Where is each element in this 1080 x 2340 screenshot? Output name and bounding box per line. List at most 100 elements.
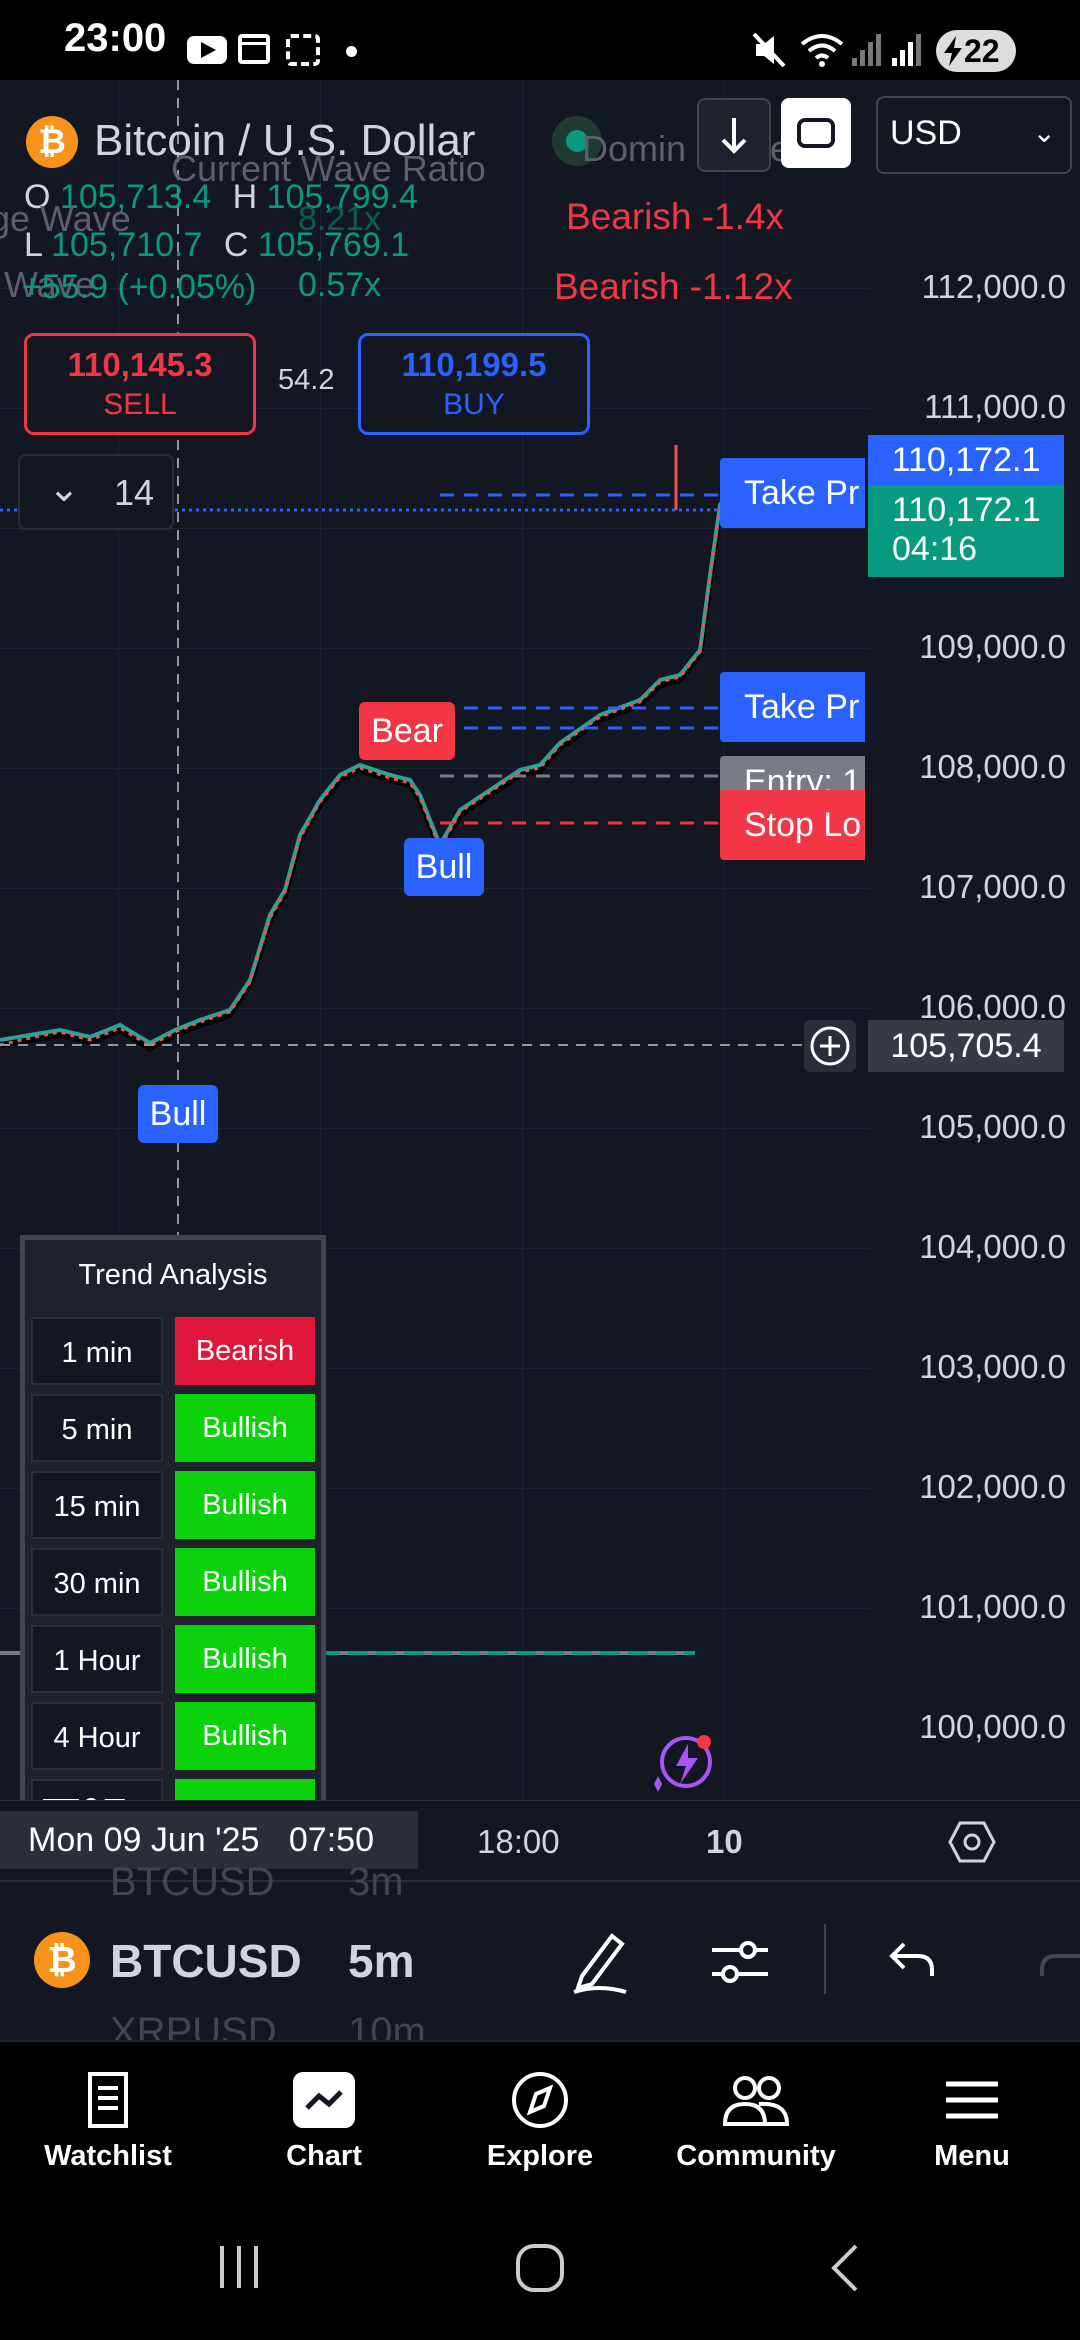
ohlc-change: +55.9 (+0.05%) — [22, 268, 257, 306]
ohlc-l-value: 105,710.7 — [51, 226, 203, 264]
redo-icon[interactable] — [1040, 1936, 1080, 1986]
trend-analysis-table: Trend Analysis 1 min Bearish 5 min Bulli… — [20, 1235, 326, 1865]
quick-action-icon[interactable] — [648, 1728, 718, 1798]
trend-timeframe: 30 min — [31, 1548, 163, 1616]
price-tick: 111,000.0 — [924, 388, 1066, 425]
bar-countdown: 04:16 — [892, 530, 978, 568]
layout-toggle-button[interactable] — [781, 98, 851, 168]
ghost-symbol-above: BTCUSD — [110, 1860, 275, 1904]
spread-value: 54.2 — [278, 364, 335, 396]
trend-value: Bullish — [175, 1702, 315, 1770]
trend-timeframe: 1 min — [31, 1317, 163, 1385]
home-icon[interactable] — [512, 2240, 568, 2296]
symbol-picker[interactable]: BTCUSD — [110, 1934, 302, 1988]
nav-label: Explore — [486, 2140, 594, 2172]
price-tick: 108,000.0 — [919, 748, 1066, 785]
add-alert-button[interactable] — [804, 1020, 856, 1072]
bull-signal-1: Bull — [138, 1085, 218, 1143]
document-list-icon — [88, 2072, 128, 2128]
sell-button[interactable]: 110,145.3 SELL — [24, 333, 256, 435]
nav-community[interactable]: Community — [666, 2070, 846, 2173]
community-users-icon — [722, 2076, 790, 2126]
bitcoin-logo-icon: ₿ — [26, 116, 78, 168]
trend-value: Bullish — [175, 1625, 315, 1693]
nav-label: Chart — [286, 2140, 362, 2172]
undo-icon[interactable] — [886, 1936, 938, 1986]
trend-timeframe: 15 min — [31, 1471, 163, 1539]
trend-row: 1 Hour Bullish — [25, 1625, 321, 1697]
indicators-sliders-icon[interactable] — [708, 1932, 772, 1992]
ohlc-c-label: C — [223, 226, 249, 264]
back-icon[interactable] — [820, 2240, 870, 2296]
trend-table-title: Trend Analysis — [78, 1259, 268, 1291]
buy-button[interactable]: 110,199.5 BUY — [358, 333, 590, 435]
nav-menu[interactable]: Menu — [882, 2070, 1062, 2173]
toolbar-divider — [824, 1924, 826, 1994]
nav-chart[interactable]: Chart — [234, 2070, 414, 2173]
wifi-icon — [800, 34, 844, 67]
sell-price: 110,145.3 — [67, 346, 213, 383]
chevron-down-icon: ⌄ — [48, 468, 80, 510]
take-profit-label-1[interactable]: Take Pr — [720, 458, 865, 528]
pencil-icon[interactable] — [568, 1926, 632, 1996]
ratio-text-2: 0.57x — [298, 266, 382, 304]
ghost-interval-above: 3m — [348, 1860, 404, 1904]
trend-value: Bullish — [175, 1548, 315, 1616]
stop-loss-label[interactable]: Stop Lo — [720, 790, 865, 860]
bear-signal: Bear — [359, 702, 455, 760]
battery-level: 22 — [964, 33, 1000, 69]
trend-value: Bullish — [175, 1471, 315, 1539]
buy-price: 110,199.5 — [401, 346, 547, 383]
time-tick: 18:00 — [477, 1823, 560, 1860]
arrow-down-icon — [721, 118, 747, 154]
nav-label: Watchlist — [44, 2140, 172, 2172]
calendar-icon — [238, 34, 270, 64]
indicator-count: 14 — [114, 472, 155, 513]
trend-row: 1 min Bearish — [25, 1317, 321, 1389]
recent-apps-icon[interactable] — [212, 2240, 266, 2294]
last-price-value: 110,172.1 — [892, 491, 1041, 529]
hamburger-menu-icon — [946, 2081, 998, 2119]
chart-area[interactable]: ₿ Bitcoin / U.S. Dollar Current Wave Rat… — [0, 80, 1080, 1880]
price-tick: 102,000.0 — [919, 1468, 1066, 1505]
status-bar: 23:00 22 — [0, 0, 1080, 80]
nav-watchlist[interactable]: Watchlist — [18, 2070, 198, 2173]
trend-value: Bearish — [175, 1317, 315, 1385]
price-axis[interactable]: 112,000.0 111,000.0 109,000.0 108,000.0 … — [870, 80, 1080, 1800]
battery-icon: 22 — [936, 30, 1016, 72]
price-tick: 109,000.0 — [919, 628, 1066, 665]
trend-timeframe: 5 min — [31, 1394, 163, 1462]
price-tick: 100,000.0 — [919, 1708, 1066, 1745]
trend-row: 5 min Bullish — [25, 1394, 321, 1466]
trend-row: 15 min Bullish — [25, 1471, 321, 1543]
time-tick: 10 — [706, 1823, 743, 1860]
sell-label: SELL — [103, 388, 177, 421]
nav-explore[interactable]: Explore — [450, 2070, 630, 2173]
trend-value: Bullish — [175, 1394, 315, 1462]
nav-label: Menu — [934, 2140, 1010, 2172]
plus-circle-icon — [810, 1026, 850, 1066]
trend-timeframe: 4 Hour — [31, 1702, 163, 1770]
indicator-collapse-button[interactable]: ⌄ 14 — [18, 454, 174, 530]
status-time: 23:00 — [64, 16, 167, 60]
crosshair-price-label: 105,705.4 — [868, 1020, 1064, 1072]
mute-icon — [752, 32, 786, 68]
crosshair-time: 07:50 — [288, 1821, 374, 1859]
frame-icon — [797, 118, 835, 148]
nav-label: Community — [676, 2140, 836, 2172]
symbol-header[interactable]: ₿ Bitcoin / U.S. Dollar Current Wave Rat… — [26, 110, 566, 189]
trend-timeframe: 1 Hour — [31, 1625, 163, 1693]
take-profit-label-2[interactable]: Take Pr — [720, 672, 865, 742]
price-tick: 101,000.0 — [919, 1588, 1066, 1625]
price-tick: 105,000.0 — [919, 1108, 1066, 1145]
interval-picker[interactable]: 5m — [348, 1934, 414, 1988]
settings-hexagon-icon[interactable] — [948, 1819, 996, 1865]
bottom-toolbar: BTCUSD 3m ₿ BTCUSD 5m XRPUSD 10m — [0, 1860, 1080, 2054]
youtube-icon — [187, 36, 227, 64]
overlay-dominance: Domin — [582, 128, 687, 169]
screenshot-icon — [286, 34, 320, 66]
download-button[interactable] — [697, 98, 771, 172]
ohlc-h-label: H — [232, 178, 258, 216]
signal-icon-2 — [892, 34, 921, 66]
ohlc-c-value: 105,769.1 — [257, 226, 410, 264]
